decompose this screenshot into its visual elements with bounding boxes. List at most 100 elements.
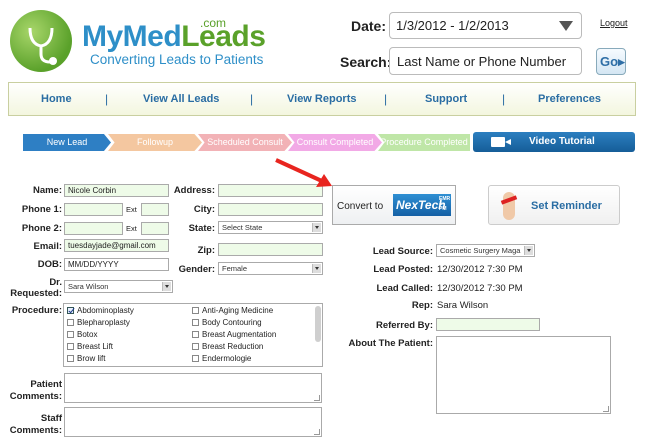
about-patient-label: About The Patient:: [348, 338, 433, 349]
nav-separator: |: [250, 92, 254, 106]
staff-comments-label: Staff Comments:: [9, 413, 62, 436]
procedure-brow-lift[interactable]: Brow lift: [67, 354, 105, 363]
nav-preferences[interactable]: Preferences: [538, 93, 601, 105]
date-range-select[interactable]: 1/3/2012 - 1/2/2013: [389, 12, 582, 39]
video-tutorial-button[interactable]: Video Tutorial: [473, 132, 635, 152]
procedure-abdominoplasty[interactable]: Abdominoplasty: [67, 306, 134, 315]
patient-comments-textarea[interactable]: [64, 373, 322, 403]
dr-requested-label: Dr. Requested:: [10, 277, 62, 299]
step-procedure-completed[interactable]: Procedure Completed: [378, 134, 470, 151]
procedure-endermologie[interactable]: Endermologie: [192, 354, 251, 363]
chevron-down-icon: [524, 246, 533, 255]
phone2-input[interactable]: [64, 222, 123, 235]
logo-stethoscope-icon: [10, 10, 72, 72]
checkbox-icon: [192, 319, 199, 326]
lead-posted-value: 12/30/2012 7:30 PM: [437, 264, 523, 275]
procedure-blepharoplasty[interactable]: Blepharoplasty: [67, 318, 130, 327]
procedure-breast-augmentation[interactable]: Breast Augmentation: [192, 330, 276, 339]
phone1-ext-input[interactable]: [141, 203, 169, 216]
brand-com: .com: [200, 16, 227, 30]
nav-separator: |: [502, 92, 506, 106]
about-patient-textarea[interactable]: [436, 336, 611, 414]
nav-view-reports[interactable]: View Reports: [287, 93, 357, 105]
name-label: Name:: [32, 185, 62, 196]
chevron-down-icon: [162, 282, 171, 291]
procedure-breast-lift[interactable]: Breast Lift: [67, 342, 113, 351]
brand-name: MyMedLeads: [82, 20, 266, 53]
lead-called-label: Lead Called:: [376, 283, 434, 294]
state-select[interactable]: Select State: [218, 221, 323, 234]
lead-source-select[interactable]: Cosmetic Surgery Maga: [436, 244, 535, 257]
zip-label: Zip:: [197, 245, 215, 256]
procedure-breast-reduction[interactable]: Breast Reduction: [192, 342, 263, 351]
phone1-label: Phone 1:: [21, 204, 62, 215]
email-label: Email:: [33, 241, 62, 252]
procedure-anti-aging[interactable]: Anti-Aging Medicine: [192, 306, 273, 315]
step-followup[interactable]: Followup: [108, 134, 202, 151]
phone1-ext-label: Ext: [126, 205, 137, 214]
checkbox-icon: [67, 343, 74, 350]
search-label: Search:: [340, 54, 392, 70]
dob-input[interactable]: MM/DD/YYYY: [64, 258, 169, 271]
referred-by-input[interactable]: [436, 318, 540, 331]
staff-comments-textarea[interactable]: [64, 407, 322, 437]
procedure-scrollbar[interactable]: [315, 306, 321, 342]
resize-handle-icon[interactable]: [314, 429, 320, 435]
convert-to-nextech-button[interactable]: Convert to NexTech EMR & PM: [332, 185, 456, 225]
set-reminder-button[interactable]: Set Reminder: [488, 185, 620, 225]
state-label: State:: [188, 223, 215, 234]
phone2-ext-input[interactable]: [141, 222, 169, 235]
city-label: City:: [193, 204, 215, 215]
dob-label: DOB:: [37, 259, 62, 270]
rep-label: Rep:: [411, 300, 433, 311]
brand-tagline: Converting Leads to Patients: [90, 52, 264, 67]
patient-comments-label: Patient Comments:: [9, 379, 62, 402]
dr-requested-select[interactable]: Sara Wilson: [64, 280, 173, 293]
checkbox-icon: [67, 355, 74, 362]
checkbox-icon: [192, 343, 199, 350]
gender-label: Gender:: [178, 264, 215, 275]
nav-separator: |: [105, 92, 109, 106]
video-camera-icon: [491, 137, 511, 147]
name-input[interactable]: Nicole Corbin: [64, 184, 169, 197]
lead-called-value: 12/30/2012 7:30 PM: [437, 283, 523, 294]
date-range-value: 1/3/2012 - 1/2/2013: [396, 18, 509, 33]
city-input[interactable]: [218, 203, 323, 216]
main-nav: Home | View All Leads | View Reports | S…: [8, 82, 636, 116]
zip-input[interactable]: [218, 243, 323, 256]
dropdown-arrow-icon: [559, 21, 573, 31]
checkbox-icon: [192, 355, 199, 362]
email-input[interactable]: tuesdayjade@gmail.com: [64, 239, 169, 252]
rep-value: Sara Wilson: [437, 300, 489, 311]
nav-view-all-leads[interactable]: View All Leads: [143, 93, 219, 105]
resize-handle-icon[interactable]: [314, 395, 320, 401]
procedure-botox[interactable]: Botox: [67, 330, 97, 339]
step-new-lead[interactable]: New Lead: [23, 134, 111, 151]
chevron-down-icon: [312, 264, 321, 273]
step-scheduled-consult[interactable]: Scheduled Consult: [198, 134, 292, 151]
play-arrow-icon: ▸: [618, 54, 625, 69]
phone2-label: Phone 2:: [21, 223, 62, 234]
checkbox-icon: [192, 307, 199, 314]
nav-support[interactable]: Support: [425, 93, 467, 105]
logout-link[interactable]: Logout: [600, 18, 628, 28]
referred-by-label: Referred By:: [375, 320, 433, 331]
date-label: Date:: [351, 18, 387, 34]
gender-select[interactable]: Female: [218, 262, 323, 275]
address-label: Address:: [173, 185, 215, 196]
phone2-ext-label: Ext: [126, 224, 137, 233]
nav-separator: |: [384, 92, 388, 106]
checkbox-checked-icon: [67, 307, 74, 314]
step-consult-completed[interactable]: Consult Completed: [288, 134, 382, 151]
lead-source-label: Lead Source:: [372, 246, 433, 257]
nextech-logo: NexTech EMR & PM: [393, 194, 451, 216]
go-button[interactable]: Go▸: [596, 48, 626, 75]
procedure-body-contouring[interactable]: Body Contouring: [192, 318, 262, 327]
resize-handle-icon[interactable]: [603, 406, 609, 412]
phone1-input[interactable]: [64, 203, 123, 216]
procedure-list[interactable]: Abdominoplasty Blepharoplasty Botox Brea…: [63, 303, 323, 367]
nav-home[interactable]: Home: [41, 93, 72, 105]
search-input[interactable]: Last Name or Phone Number: [389, 47, 582, 75]
checkbox-icon: [67, 319, 74, 326]
procedure-label: Procedure:: [11, 305, 62, 316]
